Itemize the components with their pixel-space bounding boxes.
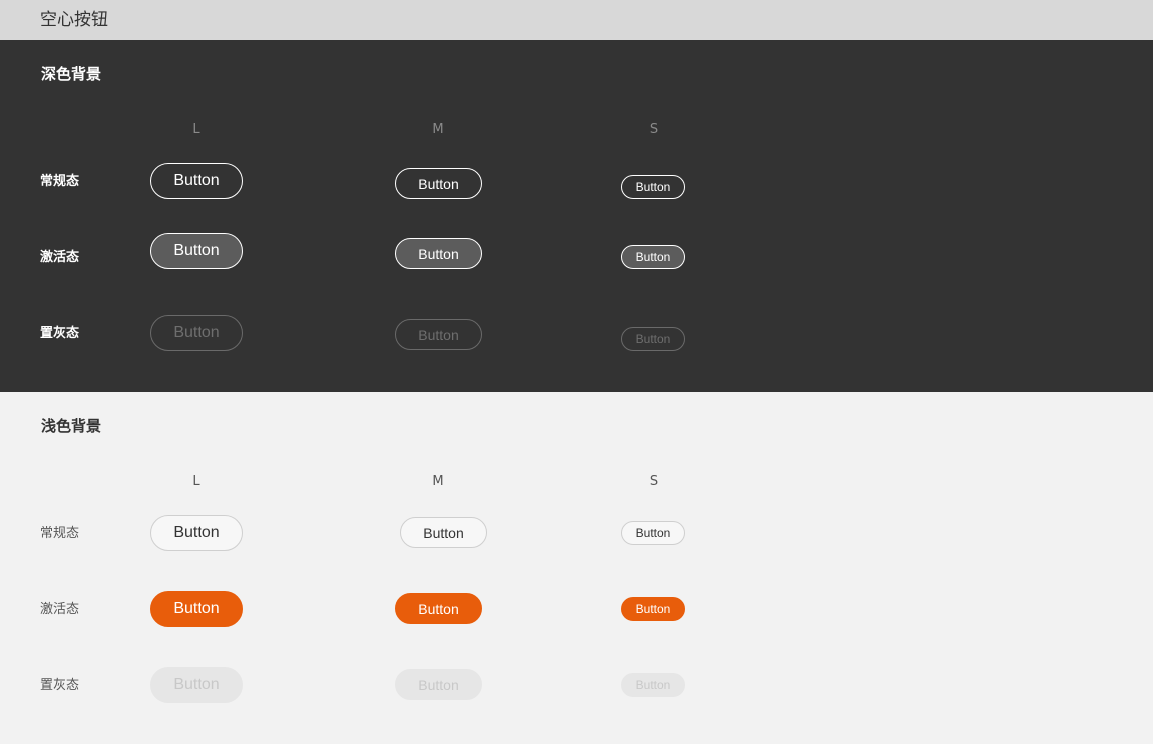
row-label-active: 激活态 (40, 602, 80, 617)
button-large-active[interactable]: Button (150, 233, 243, 269)
row-label-normal: 常规态 (40, 526, 80, 541)
button-large-active[interactable]: Button (150, 591, 243, 627)
page-header: 空心按钮 (0, 0, 1153, 40)
row-label-active: 激活态 (40, 250, 80, 265)
button-small-active[interactable]: Button (621, 245, 685, 269)
button-medium-normal[interactable]: Button (400, 517, 487, 548)
page-title: 空心按钮 (40, 10, 108, 30)
column-header-s: S (649, 474, 659, 489)
row-label-disabled: 置灰态 (40, 326, 80, 341)
button-small-disabled: Button (621, 673, 685, 697)
dark-background-section: 深色背景 L M S 常规态 激活态 置灰态 Button Button But… (0, 40, 1153, 392)
section-title-dark: 深色背景 (41, 65, 102, 83)
column-header-s: S (649, 122, 659, 137)
column-header-l: L (192, 474, 200, 489)
button-medium-active[interactable]: Button (395, 238, 482, 269)
light-background-section: 浅色背景 L M S 常规态 激活态 置灰态 Button Button But… (0, 392, 1153, 744)
button-medium-normal[interactable]: Button (395, 168, 482, 199)
button-medium-disabled: Button (395, 319, 482, 350)
column-header-m: M (432, 474, 444, 489)
button-small-normal[interactable]: Button (621, 175, 685, 199)
button-small-active[interactable]: Button (621, 597, 685, 621)
column-header-m: M (432, 122, 444, 137)
button-large-disabled: Button (150, 315, 243, 351)
button-medium-disabled: Button (395, 669, 482, 700)
button-large-disabled: Button (150, 667, 243, 703)
column-header-l: L (192, 122, 200, 137)
button-small-disabled: Button (621, 327, 685, 351)
button-large-normal[interactable]: Button (150, 163, 243, 199)
section-title-light: 浅色背景 (41, 417, 102, 435)
button-large-normal[interactable]: Button (150, 515, 243, 551)
row-label-normal: 常规态 (40, 174, 80, 189)
button-medium-active[interactable]: Button (395, 593, 482, 624)
row-label-disabled: 置灰态 (40, 678, 80, 693)
button-small-normal[interactable]: Button (621, 521, 685, 545)
